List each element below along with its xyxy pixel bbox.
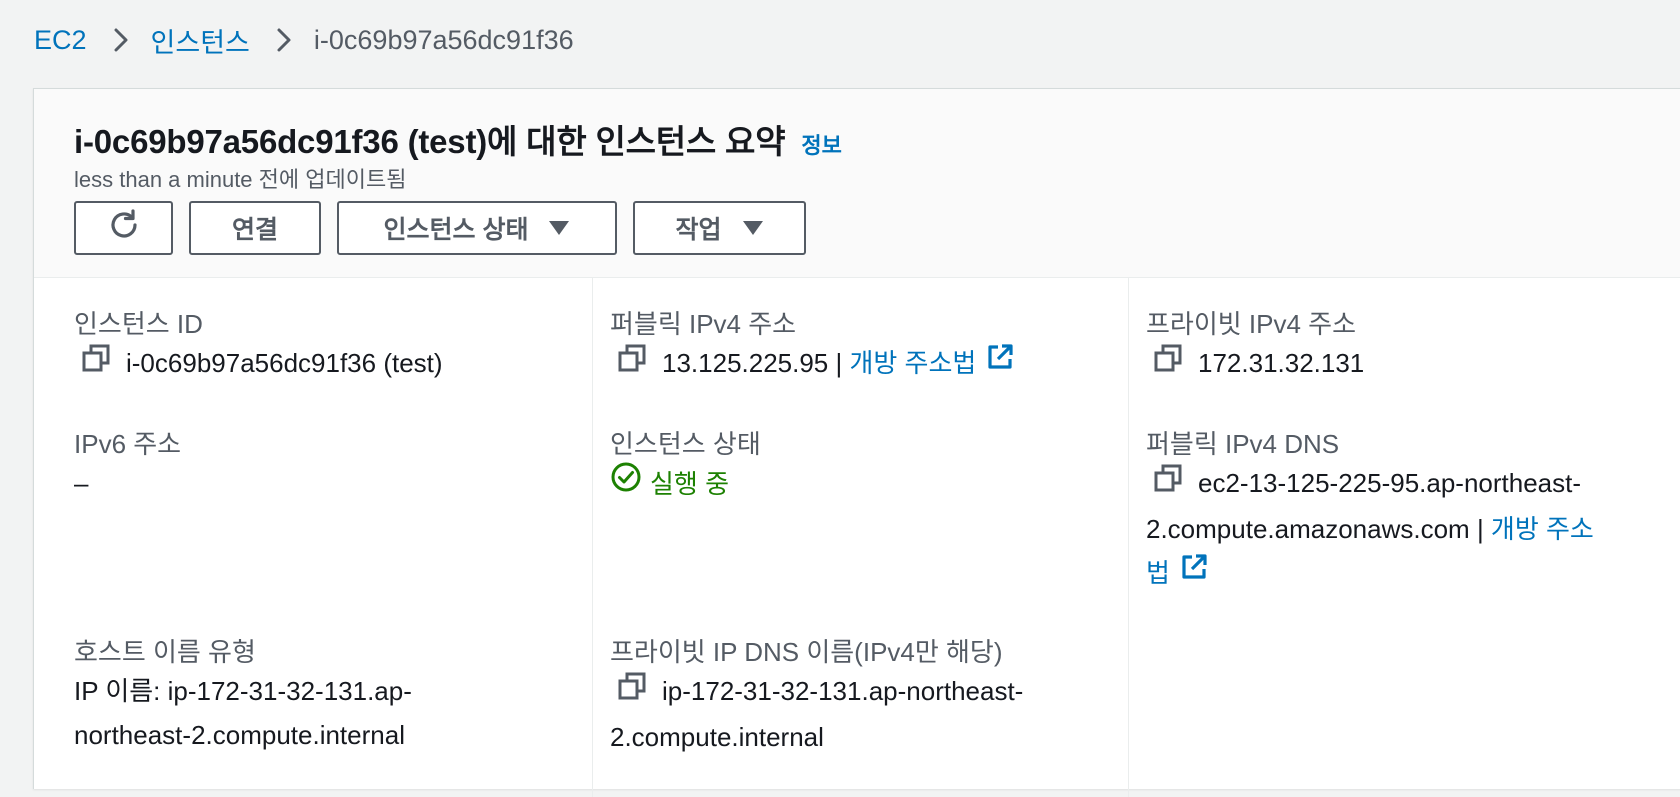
chevron-right-icon [113, 27, 129, 53]
copy-icon[interactable] [618, 669, 646, 713]
breadcrumb-ec2[interactable]: EC2 [34, 25, 87, 56]
refresh-icon [107, 208, 141, 249]
breadcrumb: EC2 인스턴스 i-0c69b97a56dc91f36 [34, 20, 574, 60]
field-public-ipv4: 퍼블릭 IPv4 주소 13.125.225.95 | 개방 주소법 [610, 307, 1014, 387]
public-dns-line-2: 2.compute.amazonaws.com | 개방 주소 [1146, 507, 1594, 551]
caret-down-icon [548, 214, 570, 243]
instance-state-dropdown[interactable]: 인스턴스 상태 [337, 201, 617, 255]
public-dns-line-1: ec2-13-125-225-95.ap-northeast- [1146, 461, 1594, 507]
hostname-type-value: IP 이름: ip-172-31-32-131.ap- northeast-2.… [74, 669, 412, 757]
private-dns-line-2: 2.compute.internal [610, 722, 824, 753]
check-circle-icon [610, 461, 642, 506]
public-dns-line-3: 법 [1146, 551, 1594, 597]
external-link-icon[interactable] [986, 340, 1014, 384]
column-divider [592, 277, 593, 797]
field-value: i-0c69b97a56dc91f36 (test) [74, 341, 443, 387]
page-title: i-0c69b97a56dc91f36 (test)에 대한 인스턴스 요약 [74, 123, 786, 160]
panel-header: i-0c69b97a56dc91f36 (test)에 대한 인스턴스 요약 정… [34, 89, 1680, 278]
private-dns-line-1: ip-172-31-32-131.ap-northeast- [610, 669, 1023, 715]
instance-state-dropdown-label: 인스턴스 상태 [383, 216, 529, 244]
chevron-right-icon [276, 27, 292, 53]
title-row: i-0c69b97a56dc91f36 (test)에 대한 인스턴스 요약 정… [74, 115, 842, 163]
actions-dropdown-label: 작업 [675, 216, 722, 244]
instance-state-value: 실행 중 [650, 468, 729, 499]
copy-icon[interactable] [618, 341, 646, 385]
field-instance-state: 인스턴스 상태 실행 중 [610, 427, 761, 506]
field-value: 13.125.225.95 | 개방 주소법 [610, 341, 1014, 387]
open-address-link-part-1[interactable]: 개방 주소 [1491, 514, 1594, 544]
field-label: 인스턴스 상태 [610, 429, 761, 459]
breadcrumb-current: i-0c69b97a56dc91f36 [313, 24, 574, 55]
value-separator: | [828, 348, 850, 378]
hostname-type-line-1: IP 이름: ip-172-31-32-131.ap- [74, 676, 412, 706]
private-dns-value: ip-172-31-32-131.ap-northeast- 2.compute… [610, 669, 1023, 759]
refresh-button[interactable] [74, 201, 173, 255]
public-ipv4-value: 13.125.225.95 [662, 348, 829, 378]
private-dns-text-1: ip-172-31-32-131.ap-northeast- [662, 676, 1024, 706]
field-label: 인스턴스 ID [74, 309, 203, 339]
field-label: 프라이빗 IP DNS 이름(IPv4만 해당) [610, 637, 1003, 667]
public-dns-value: ec2-13-125-225-95.ap-northeast- 2.comput… [1146, 461, 1594, 597]
copy-icon[interactable] [82, 341, 110, 385]
copy-icon[interactable] [1154, 461, 1182, 505]
field-label: 호스트 이름 유형 [74, 637, 256, 667]
private-ipv4-value: 172.31.32.131 [1198, 348, 1365, 378]
caret-down-icon [742, 214, 764, 243]
public-dns-text-2: 2.compute.amazonaws.com [1146, 514, 1470, 545]
field-label: 프라이빗 IPv4 주소 [1146, 309, 1356, 339]
field-label: 퍼블릭 IPv4 DNS [1146, 429, 1340, 459]
field-hostname-type: 호스트 이름 유형 IP 이름: ip-172-31-32-131.ap- no… [74, 635, 412, 757]
connect-button[interactable]: 연결 [189, 201, 321, 255]
field-private-ipv4: 프라이빗 IPv4 주소 172.31.32.131 [1146, 307, 1364, 387]
hostname-type-line-2: northeast-2.compute.internal [74, 720, 405, 750]
field-instance-id: 인스턴스 ID i-0c69b97a56dc91f36 (test) [74, 307, 443, 387]
instance-state-status: 실행 중 [610, 461, 761, 506]
breadcrumb-instances[interactable]: 인스턴스 [151, 21, 250, 60]
field-private-dns: 프라이빗 IP DNS 이름(IPv4만 해당) ip-172-31-32-13… [610, 635, 1023, 759]
last-updated-text: less than a minute 전에 업데이트됨 [74, 167, 407, 192]
instance-summary-panel: i-0c69b97a56dc91f36 (test)에 대한 인스턴스 요약 정… [33, 88, 1680, 797]
public-dns-text-1: ec2-13-125-225-95.ap-northeast- [1198, 468, 1582, 498]
field-ipv6: IPv6 주소 – [74, 427, 181, 505]
field-label: IPv6 주소 [74, 429, 182, 459]
copy-icon[interactable] [1154, 341, 1182, 385]
open-address-link[interactable]: 개방 주소법 [849, 348, 976, 378]
info-link[interactable]: 정보 [801, 128, 841, 160]
open-address-link-part-2[interactable]: 법 [1146, 558, 1170, 588]
actions-dropdown[interactable]: 작업 [633, 201, 806, 255]
value-separator: | [1469, 514, 1491, 545]
field-label: 퍼블릭 IPv4 주소 [610, 309, 797, 339]
field-public-dns: 퍼블릭 IPv4 DNS ec2-13-125-225-95.ap-northe… [1146, 427, 1594, 597]
action-bar: 연결 인스턴스 상태 작업 [74, 201, 806, 255]
instance-id-value: i-0c69b97a56dc91f36 (test) [126, 348, 443, 378]
field-value: 172.31.32.131 [1146, 341, 1364, 387]
connect-button-label: 연결 [231, 216, 278, 244]
external-link-icon[interactable] [1180, 550, 1208, 594]
ipv6-value: – [74, 468, 89, 498]
column-divider [1128, 277, 1129, 797]
